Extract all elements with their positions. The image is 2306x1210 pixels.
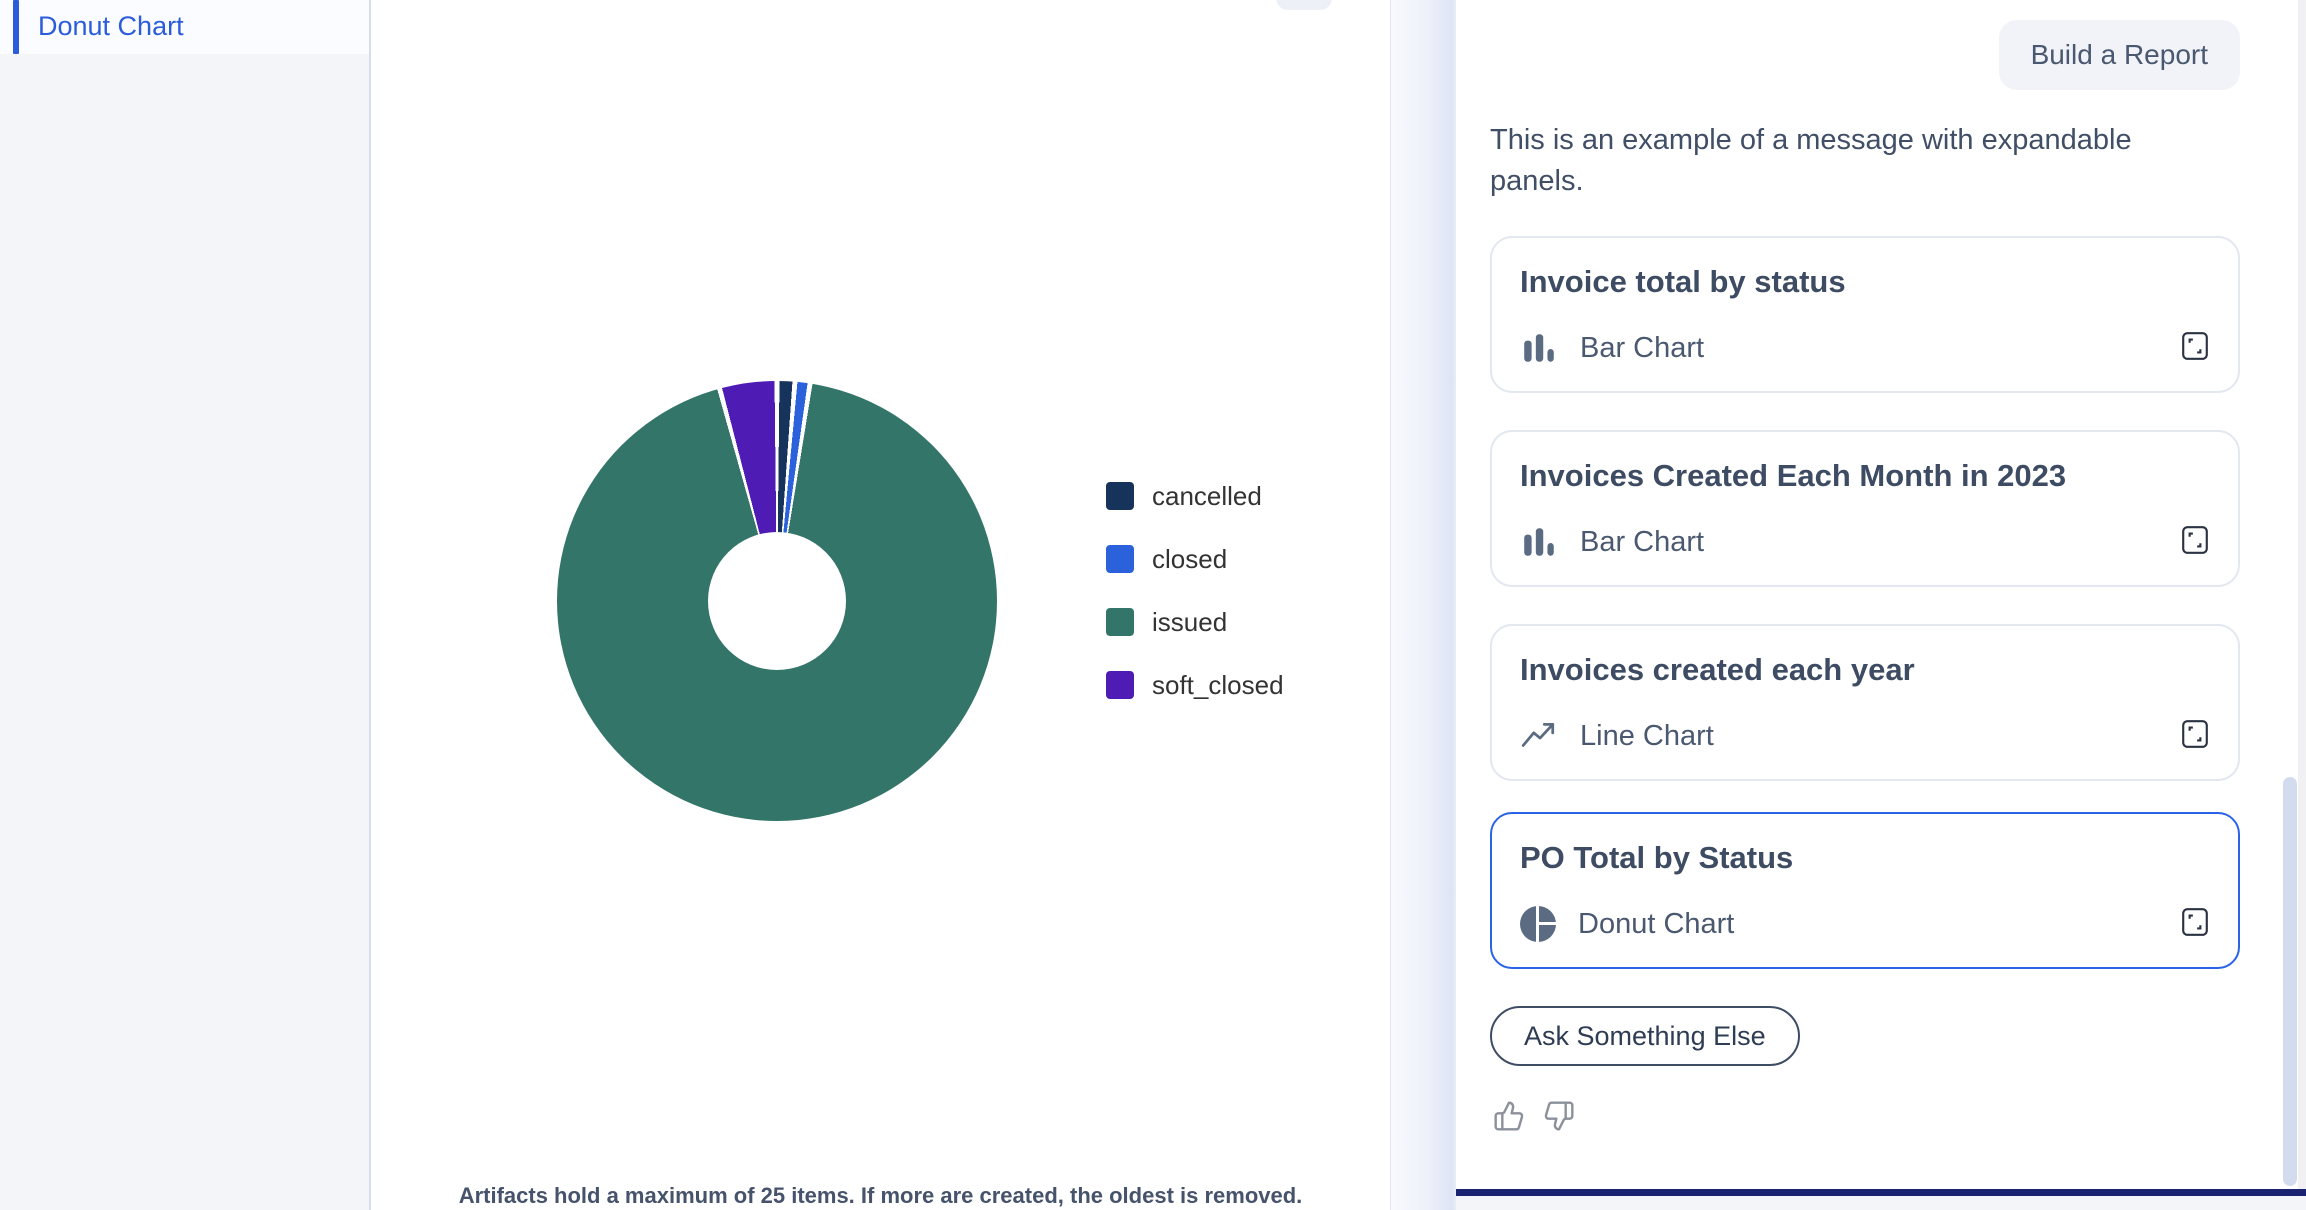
legend-swatch-closed	[1106, 545, 1134, 573]
line-chart-icon	[1520, 717, 1558, 755]
artifacts-limit-note: Artifacts hold a maximum of 25 items. If…	[371, 1183, 1390, 1209]
panel-type-label: Bar Chart	[1580, 332, 1704, 365]
donut-hole	[708, 532, 846, 670]
panel-title: Invoices created each year	[1520, 652, 2210, 688]
expand-icon[interactable]	[2180, 719, 2210, 751]
feedback-row	[1493, 1100, 1575, 1132]
active-item-indicator	[13, 0, 19, 54]
build-report-button[interactable]: Build a Report	[1999, 20, 2240, 90]
legend-label: closed	[1152, 544, 1227, 575]
thumbs-down-icon[interactable]	[1543, 1100, 1575, 1132]
chat-panel: Build a Report This is an example of a m…	[1456, 0, 2306, 1210]
panel-type-label: Donut Chart	[1578, 908, 1734, 941]
chart-legend: cancelled closed issued soft_closed	[1106, 482, 1284, 734]
ask-something-else-button[interactable]: Ask Something Else	[1490, 1006, 1800, 1066]
legend-item-issued[interactable]: issued	[1106, 608, 1284, 636]
sidebar-item-label: Donut Chart	[38, 0, 184, 52]
legend-swatch-issued	[1106, 608, 1134, 636]
legend-label: soft_closed	[1152, 670, 1284, 701]
chart-toolbar-chip[interactable]	[1276, 0, 1332, 10]
panel-title: PO Total by Status	[1520, 840, 2210, 876]
panel-title: Invoices Created Each Month in 2023	[1520, 458, 2210, 494]
panel-gap-shadow	[1390, 0, 1456, 1210]
bar-chart-icon	[1520, 329, 1558, 367]
scrollbar-track	[2298, 0, 2306, 1189]
donut-chart-icon	[1520, 906, 1556, 942]
sidebar-item-donut-chart[interactable]: Donut Chart	[0, 0, 369, 54]
expandable-panel-invoice-total-by-status[interactable]: Invoice total by status Bar Chart	[1490, 236, 2240, 393]
bar-chart-icon	[1520, 523, 1558, 561]
message-line: panels.	[1490, 161, 2132, 202]
panel-type-row: Line Chart	[1520, 717, 2210, 755]
panel-type-label: Bar Chart	[1580, 526, 1704, 559]
thumbs-up-icon[interactable]	[1493, 1100, 1525, 1132]
legend-label: issued	[1152, 607, 1227, 638]
panel-type-row: Bar Chart	[1520, 523, 2210, 561]
artifact-viewer: cancelled closed issued soft_closed Arti…	[371, 0, 1390, 1210]
panel-type-row: Donut Chart	[1520, 905, 2210, 943]
input-area-background	[1456, 1196, 2306, 1210]
legend-item-soft-closed[interactable]: soft_closed	[1106, 671, 1284, 699]
expand-icon[interactable]	[2180, 525, 2210, 557]
message-line: This is an example of a message with exp…	[1490, 120, 2132, 161]
assistant-message: This is an example of a message with exp…	[1490, 120, 2132, 202]
artifacts-sidebar: Donut Chart	[0, 0, 369, 1210]
expandable-panel-invoices-created-each-month[interactable]: Invoices Created Each Month in 2023 Bar …	[1490, 430, 2240, 587]
donut-chart[interactable]	[557, 381, 997, 821]
input-area-top-border	[1456, 1189, 2306, 1196]
panel-title: Invoice total by status	[1520, 264, 2210, 300]
expandable-panel-po-total-by-status[interactable]: PO Total by Status Donut Chart	[1490, 812, 2240, 969]
legend-item-closed[interactable]: closed	[1106, 545, 1284, 573]
legend-swatch-soft-closed	[1106, 671, 1134, 699]
panel-type-label: Line Chart	[1580, 720, 1714, 753]
legend-label: cancelled	[1152, 481, 1262, 512]
app-window: Donut Chart cancelled closed issued	[0, 0, 2306, 1210]
expand-icon[interactable]	[2180, 907, 2210, 939]
expand-icon[interactable]	[2180, 331, 2210, 363]
panel-type-row: Bar Chart	[1520, 329, 2210, 367]
legend-item-cancelled[interactable]: cancelled	[1106, 482, 1284, 510]
scrollbar-thumb[interactable]	[2283, 777, 2297, 1186]
expandable-panel-invoices-created-each-year[interactable]: Invoices created each year Line Chart	[1490, 624, 2240, 781]
legend-swatch-cancelled	[1106, 482, 1134, 510]
